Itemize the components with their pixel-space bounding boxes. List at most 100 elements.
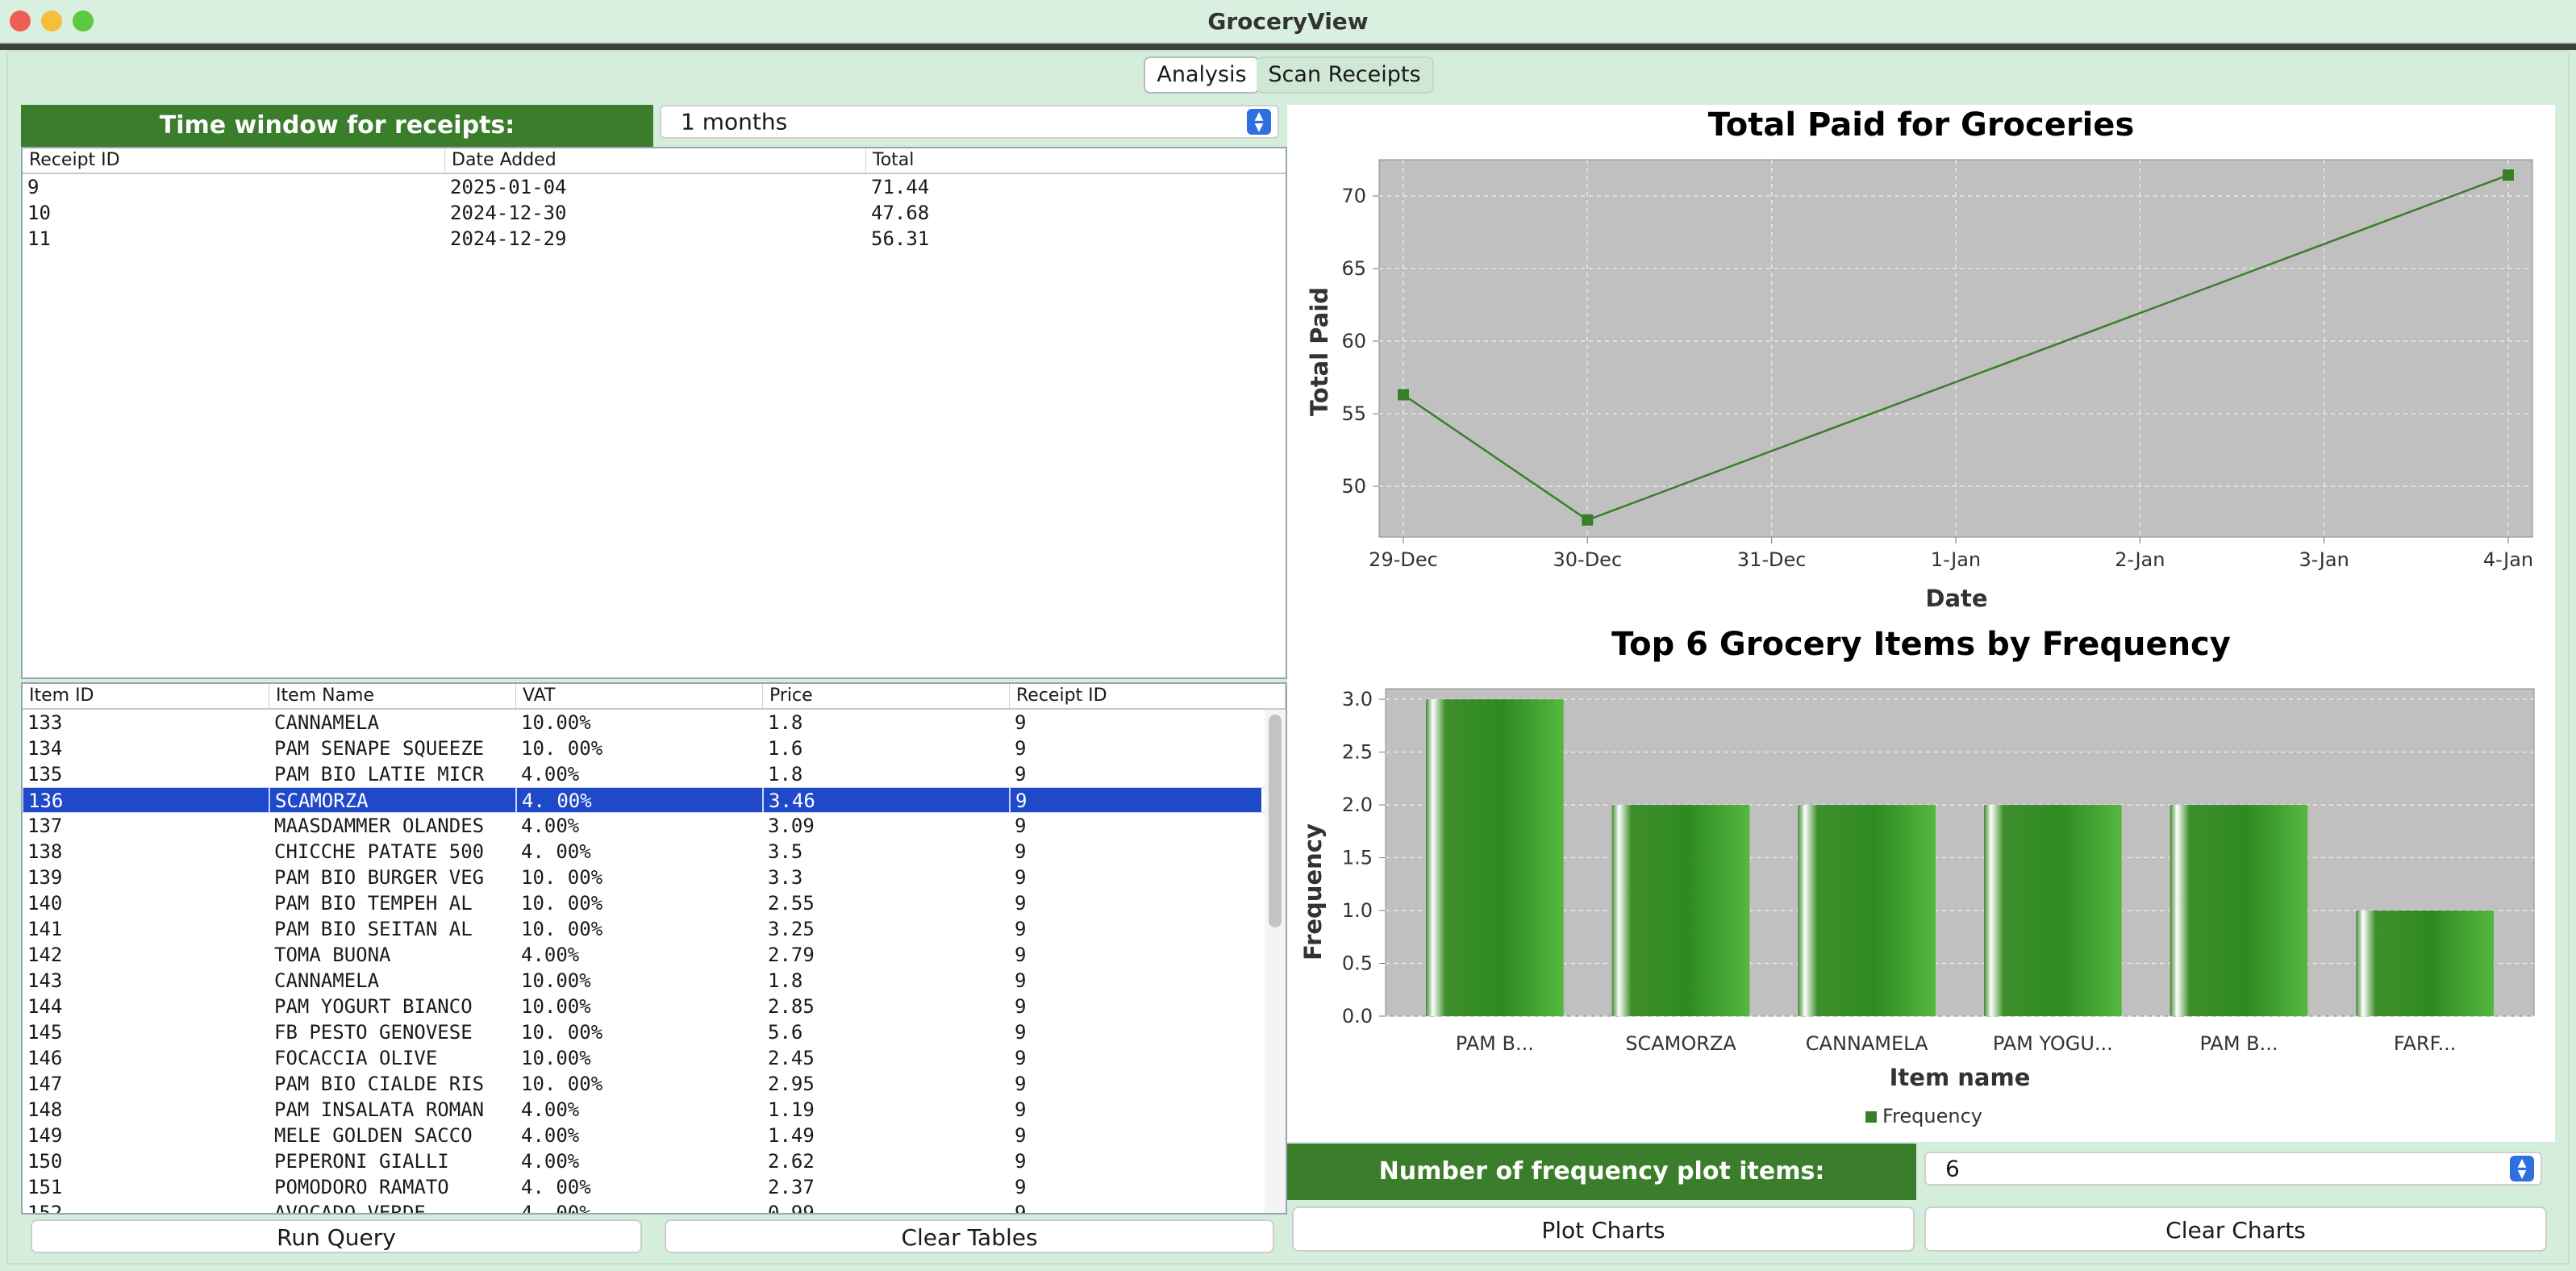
column-header-vat[interactable]: VAT xyxy=(516,684,763,708)
table-row[interactable]: 145 FB PESTO GENOVESE 10. 00% 5.6 9 xyxy=(23,1019,1261,1045)
y-tick-label: 0.0 xyxy=(1342,1005,1373,1027)
table-row[interactable]: 149 MELE GOLDEN SACCO 4.00% 1.49 9 xyxy=(23,1123,1261,1148)
bar xyxy=(1611,805,1750,1016)
receipt-id-cell: 9 xyxy=(27,176,40,198)
items-scrollbar[interactable] xyxy=(1265,710,1286,1213)
item-id-cell: 148 xyxy=(27,1098,63,1121)
table-row[interactable]: 143 CANNAMELA 10.00% 1.8 9 xyxy=(23,968,1261,994)
item-name-cell: PAM YOGURT BIANCO xyxy=(274,995,473,1018)
table-row[interactable]: 151 POMODORO RAMATO 4. 00% 2.37 9 xyxy=(23,1174,1261,1200)
table-row[interactable]: 137 MAASDAMMER OLANDES 4.00% 3.09 9 xyxy=(23,813,1261,839)
vat-cell: 4. 00% xyxy=(516,787,763,813)
price-cell: 1.6 xyxy=(768,737,803,760)
table-row[interactable]: 146 FOCACCIA OLIVE 10.00% 2.45 9 xyxy=(23,1045,1261,1071)
receipt-id-cell: 9 xyxy=(1015,815,1027,837)
item-id-cell: 149 xyxy=(27,1124,63,1147)
item-id-cell: 142 xyxy=(27,944,63,966)
item-id-cell: 137 xyxy=(27,815,63,837)
bar xyxy=(1425,699,1564,1016)
date-added-cell: 2024-12-29 xyxy=(450,227,567,250)
item-name-cell: PAM BIO CIALDE RIS xyxy=(274,1073,485,1095)
price-cell: 2.85 xyxy=(768,995,815,1018)
column-header-receipt-id[interactable]: Receipt ID xyxy=(1010,684,1286,708)
item-id-cell: 140 xyxy=(27,892,63,915)
clear-tables-button[interactable]: Clear Tables xyxy=(665,1219,1274,1253)
item-name-cell: POMODORO RAMATO xyxy=(274,1176,449,1198)
price-cell: 3.09 xyxy=(768,815,815,837)
total-paid-line-chart: Total Paid for Groceries Date Total Paid… xyxy=(1306,106,2533,612)
items-table[interactable]: Item ID Item Name VAT Price Receipt ID 1… xyxy=(21,682,1287,1215)
vat-cell: 10.00% xyxy=(521,1047,591,1069)
vat-cell: 10. 00% xyxy=(521,737,603,760)
table-row[interactable]: 10 2024-12-30 47.68 xyxy=(23,200,1286,226)
x-tick-label: PAM B... xyxy=(1456,1032,1534,1055)
table-row[interactable]: 139 PAM BIO BURGER VEG 10. 00% 3.3 9 xyxy=(23,865,1261,890)
column-header-item-name[interactable]: Item Name xyxy=(269,684,516,708)
time-window-value: 1 months xyxy=(681,108,788,135)
chevron-updown-icon[interactable]: ▲ ▼ xyxy=(2510,1156,2534,1181)
vat-cell: 4. 00% xyxy=(521,1202,591,1215)
item-name-cell: PAM SENAPE SQUEEZE xyxy=(274,737,485,760)
clear-charts-button[interactable]: Clear Charts xyxy=(1924,1206,2547,1252)
tab-analysis[interactable]: Analysis xyxy=(1144,56,1260,94)
plot-charts-button[interactable]: Plot Charts xyxy=(1292,1206,1915,1252)
frequency-items-select[interactable]: 6 ▲ ▼ xyxy=(1924,1152,2542,1186)
vat-cell: 4.00% xyxy=(521,1150,580,1173)
column-header-date-added[interactable]: Date Added xyxy=(445,148,866,173)
receipts-table[interactable]: Receipt ID Date Added Total 9 2025-01-04… xyxy=(21,147,1287,679)
receipt-id-cell: 9 xyxy=(1015,944,1027,966)
table-row[interactable]: 148 PAM INSALATA ROMAN 4.00% 1.19 9 xyxy=(23,1097,1261,1123)
table-row[interactable]: 152 AVOCADO VERDE 4. 00% 0.99 9 xyxy=(23,1200,1261,1215)
frequency-items-value: 6 xyxy=(1945,1155,1960,1182)
table-row[interactable]: 11 2024-12-29 56.31 xyxy=(23,226,1286,252)
x-tick-label: 3-Jan xyxy=(2299,548,2349,571)
table-row[interactable]: 147 PAM BIO CIALDE RIS 10. 00% 2.95 9 xyxy=(23,1071,1261,1097)
time-window-select[interactable]: 1 months ▲ ▼ xyxy=(660,105,1279,139)
bar xyxy=(2356,911,2495,1016)
receipt-id-cell: 9 xyxy=(1015,711,1027,734)
data-point xyxy=(1582,514,1594,526)
price-cell: 5.6 xyxy=(768,1021,803,1044)
table-row[interactable]: 141 PAM BIO SEITAN AL 10. 00% 3.25 9 xyxy=(23,916,1261,942)
item-id-cell: 143 xyxy=(27,969,63,992)
column-header-price[interactable]: Price xyxy=(763,684,1010,708)
item-name-cell: PEPERONI GIALLI xyxy=(274,1150,449,1173)
table-row-selected[interactable]: 136 SCAMORZA 4. 00% 3.46 9 xyxy=(23,787,1286,813)
table-row[interactable]: 138 CHICCHE PATATE 500 4. 00% 3.5 9 xyxy=(23,839,1261,865)
item-name-cell: FB PESTO GENOVESE xyxy=(274,1021,473,1044)
receipt-id-cell: 9 xyxy=(1015,969,1027,992)
table-row[interactable]: 150 PEPERONI GIALLI 4.00% 2.62 9 xyxy=(23,1148,1261,1174)
vat-cell: 4.00% xyxy=(521,815,580,837)
tab-scan-receipts[interactable]: Scan Receipts xyxy=(1257,56,1434,94)
y-tick-label: 1.5 xyxy=(1342,847,1373,869)
price-cell: 3.5 xyxy=(768,840,803,863)
run-query-button[interactable]: Run Query xyxy=(31,1219,642,1253)
vat-cell: 4.00% xyxy=(521,1124,580,1147)
table-row[interactable]: 135 PAM BIO LATIE MICR 4.00% 1.8 9 xyxy=(23,761,1261,787)
table-row[interactable]: 140 PAM BIO TEMPEH AL 10. 00% 2.55 9 xyxy=(23,890,1261,916)
y-tick-label: 70 xyxy=(1341,185,1366,207)
item-name-cell: SCAMORZA xyxy=(269,787,516,813)
item-name-cell: PAM BIO LATIE MICR xyxy=(274,763,485,786)
chevron-updown-icon[interactable]: ▲ ▼ xyxy=(1247,109,1271,135)
table-row[interactable]: 142 TOMA BUONA 4.00% 2.79 9 xyxy=(23,942,1261,968)
receipt-id-cell: 9 xyxy=(1015,1202,1027,1215)
column-header-total[interactable]: Total xyxy=(866,148,1286,173)
table-row[interactable]: 133 CANNAMELA 10.00% 1.8 9 xyxy=(23,710,1261,736)
vat-cell: 4.00% xyxy=(521,763,580,786)
receipt-id-cell: 9 xyxy=(1015,1073,1027,1095)
receipt-id-cell: 9 xyxy=(1015,1098,1027,1121)
table-row[interactable]: 134 PAM SENAPE SQUEEZE 10. 00% 1.6 9 xyxy=(23,736,1261,761)
item-name-cell: CHICCHE PATATE 500 xyxy=(274,840,485,863)
item-id-cell: 146 xyxy=(27,1047,63,1069)
column-header-receipt-id[interactable]: Receipt ID xyxy=(23,148,445,173)
table-row[interactable]: 9 2025-01-04 71.44 xyxy=(23,174,1286,200)
vat-cell: 10.00% xyxy=(521,711,591,734)
column-header-item-id[interactable]: Item ID xyxy=(23,684,269,708)
items-scrollbar-thumb[interactable] xyxy=(1269,715,1282,927)
data-point xyxy=(1398,389,1409,401)
table-row[interactable]: 144 PAM YOGURT BIANCO 10.00% 2.85 9 xyxy=(23,994,1261,1019)
frequency-items-label: Number of frequency plot items: xyxy=(1287,1144,1916,1200)
data-point xyxy=(2503,169,2514,181)
x-tick-label: SCAMORZA xyxy=(1625,1032,1736,1055)
